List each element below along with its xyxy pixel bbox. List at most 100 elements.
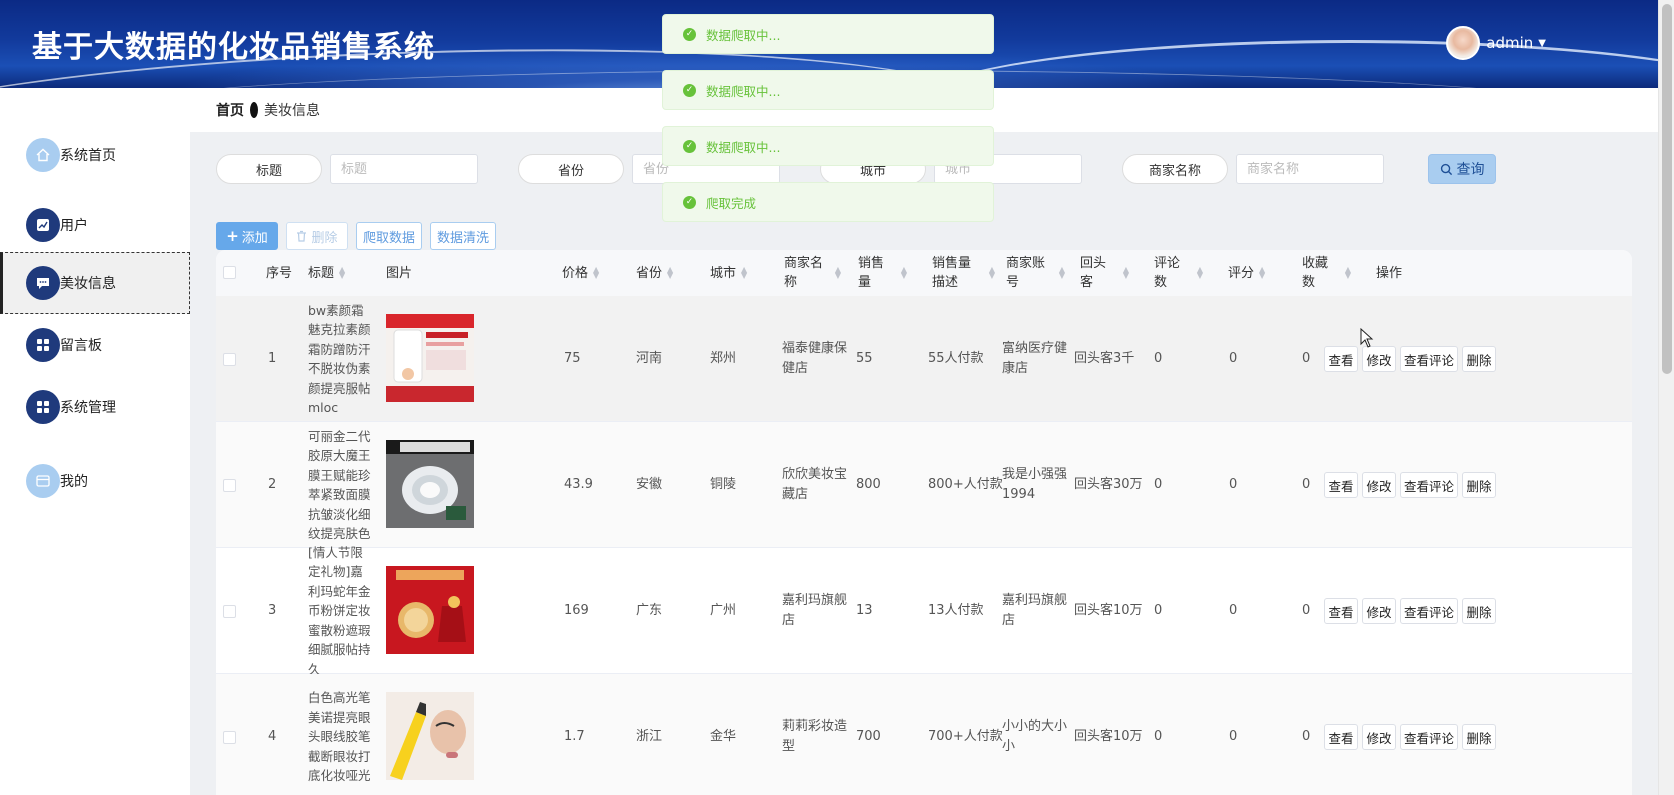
breadcrumb-home[interactable]: 首页 <box>216 100 244 120</box>
sort-icon[interactable]: ▲ ▼ <box>740 266 748 280</box>
check-circle-icon: ✓ <box>683 139 696 153</box>
sort-icon[interactable]: ▲ ▼ <box>666 266 674 280</box>
search-icon <box>1440 163 1452 175</box>
table-row[interactable]: 4 白色高光笔美诺提亮眼头眼线胶笔截断眼妆打底化妆哑光 1.7 浙江 金华 莉莉… <box>216 674 1632 795</box>
header-province[interactable]: 省份 ▲ ▼ <box>636 250 674 296</box>
merchant-search-label: 商家名称 <box>1122 154 1228 184</box>
header-label: 评论数 <box>1154 256 1181 290</box>
sidebar-item-label: 用户 <box>60 218 88 234</box>
cell-price: 75 <box>564 351 581 366</box>
edit-button[interactable]: 修改 <box>1362 346 1396 372</box>
sort-icon[interactable]: ▲ ▼ <box>1258 266 1266 280</box>
header-sales-desc[interactable]: 销售量描述 ▲ ▼ <box>932 250 996 296</box>
title-search-input[interactable] <box>330 154 478 184</box>
delete-button[interactable]: 删除 <box>286 222 348 250</box>
view-button[interactable]: 查看 <box>1324 346 1358 372</box>
edit-button[interactable]: 修改 <box>1362 598 1396 624</box>
cell-comments: 0 <box>1154 729 1163 744</box>
delete-row-button[interactable]: 删除 <box>1462 472 1496 498</box>
sidebar-item-message-board[interactable]: 留言板 <box>0 314 190 376</box>
sidebar-item-beauty-info[interactable]: 美妆信息 <box>0 252 190 314</box>
header-label: 价格 <box>562 265 589 281</box>
header-city[interactable]: 城市 ▲ ▼ <box>710 250 748 296</box>
view-comments-button[interactable]: 查看评论 <box>1400 472 1458 498</box>
sort-icon[interactable]: ▲ ▼ <box>338 266 346 280</box>
row-checkbox[interactable] <box>223 605 236 618</box>
edit-button[interactable]: 修改 <box>1362 472 1396 498</box>
header-favorites[interactable]: 收藏数 ▲ ▼ <box>1302 250 1352 296</box>
delete-row-button[interactable]: 删除 <box>1462 724 1496 750</box>
row-checkbox[interactable] <box>223 479 236 492</box>
view-comments-button[interactable]: 查看评论 <box>1400 346 1458 372</box>
product-image[interactable] <box>386 314 474 402</box>
view-button[interactable]: 查看 <box>1324 598 1358 624</box>
sidebar-item-system-admin[interactable]: 系统管理 <box>0 376 190 438</box>
clean-data-button[interactable]: 数据清洗 <box>430 222 496 250</box>
view-comments-button[interactable]: 查看评论 <box>1400 724 1458 750</box>
sort-icon[interactable]: ▲ ▼ <box>1122 266 1130 280</box>
caret-down-icon[interactable]: ▼ <box>1538 38 1546 49</box>
table-header: 序号 标题 ▲ ▼ 图片 价格 ▲ ▼ 省份 ▲ ▼ 城市 ▲ ▼ 商家名称 ▲ ▼ 销售量 ▲ ▼ 销… <box>216 250 1632 296</box>
cell-comments: 0 <box>1154 351 1163 366</box>
table-row[interactable]: 3 [情人节限定礼物]嘉利玛蛇年金币粉饼定妆蜜散粉遮瑕细腻服帖持久 169 广东… <box>216 545 1632 677</box>
sort-icon[interactable]: ▲ ▼ <box>900 266 908 280</box>
sort-icon[interactable]: ▲ ▼ <box>1058 266 1066 280</box>
table-row[interactable]: 1 bw素颜霜魅克拉素颜霜防蹭防汗不脱妆伪素颜提亮服帖mloc 75 河南 郑州… <box>216 296 1632 422</box>
view-button[interactable]: 查看 <box>1324 472 1358 498</box>
edit-button[interactable]: 修改 <box>1362 724 1396 750</box>
product-image[interactable] <box>386 692 474 780</box>
view-comments-button[interactable]: 查看评论 <box>1400 598 1458 624</box>
sort-icon[interactable]: ▲ ▼ <box>1196 266 1204 280</box>
toast-message: ✓ 爬取完成 <box>662 182 994 222</box>
cell-sales: 700 <box>856 729 881 744</box>
cell-rating: 0 <box>1229 351 1238 366</box>
mouse-cursor-icon <box>1360 328 1374 348</box>
table-row[interactable]: 2 可丽金二代胶原大魔王膜王赋能珍萃紧致面膜抗皱淡化细纹提亮肤色 43.9 安徽… <box>216 422 1632 548</box>
avatar[interactable] <box>1446 26 1481 60</box>
row-checkbox[interactable] <box>223 731 236 744</box>
sidebar-item-home[interactable]: 系统首页 <box>0 124 190 186</box>
add-button[interactable]: + 添加 <box>216 222 278 250</box>
product-image[interactable] <box>386 440 474 528</box>
grid-icon <box>26 328 60 362</box>
merchant-search-input[interactable] <box>1236 154 1384 184</box>
username[interactable]: admin <box>1486 34 1533 52</box>
query-button[interactable]: 查询 <box>1428 154 1496 184</box>
sidebar-item-mine[interactable]: 我的 <box>0 450 190 512</box>
toast-message: ✓ 数据爬取中... <box>662 70 994 110</box>
header-rating[interactable]: 评分 ▲ ▼ <box>1228 250 1266 296</box>
header-sales[interactable]: 销售量 ▲ ▼ <box>858 250 908 296</box>
view-button[interactable]: 查看 <box>1324 724 1358 750</box>
toast-message: ✓ 数据爬取中... <box>662 14 994 54</box>
check-circle-icon: ✓ <box>683 195 696 209</box>
cell-favorites: 0 <box>1302 603 1311 618</box>
sort-icon[interactable]: ▲ ▼ <box>988 266 996 280</box>
cell-rating: 0 <box>1229 477 1238 492</box>
query-button-label: 查询 <box>1456 162 1485 178</box>
product-image[interactable] <box>386 566 474 654</box>
title-search-label: 标题 <box>216 154 322 184</box>
delete-row-button[interactable]: 删除 <box>1462 346 1496 372</box>
delete-row-button[interactable]: 删除 <box>1462 598 1496 624</box>
cell-account: 小小的大小小 <box>1002 719 1068 754</box>
crawl-data-button[interactable]: 爬取数据 <box>356 222 422 250</box>
select-all-checkbox[interactable] <box>223 266 236 279</box>
user-menu[interactable]: admin ▼ <box>1446 26 1546 60</box>
cell-title: 可丽金二代胶原大魔王膜王赋能珍萃紧致面膜抗皱淡化细纹提亮肤色 <box>308 428 371 542</box>
sidebar-item-users[interactable]: 用户 <box>0 194 190 256</box>
sort-icon[interactable]: ▲ ▼ <box>1344 266 1352 280</box>
header-merchant[interactable]: 商家名称 ▲ ▼ <box>784 250 842 296</box>
header-account[interactable]: 商家账号 ▲ ▼ <box>1006 250 1066 296</box>
header-repeat[interactable]: 回头客 ▲ ▼ <box>1080 250 1130 296</box>
page-scrollbar[interactable] <box>1658 0 1674 795</box>
chart-icon <box>26 208 60 242</box>
header-image: 图片 <box>386 265 413 281</box>
scrollbar-thumb[interactable] <box>1662 4 1672 374</box>
breadcrumb-current: 美妆信息 <box>264 103 320 119</box>
header-price[interactable]: 价格 ▲ ▼ <box>562 250 600 296</box>
header-title[interactable]: 标题 ▲ ▼ <box>308 250 346 296</box>
header-comments[interactable]: 评论数 ▲ ▼ <box>1154 250 1204 296</box>
row-checkbox[interactable] <box>223 353 236 366</box>
sort-icon[interactable]: ▲ ▼ <box>592 266 600 280</box>
sort-icon[interactable]: ▲ ▼ <box>834 266 842 280</box>
